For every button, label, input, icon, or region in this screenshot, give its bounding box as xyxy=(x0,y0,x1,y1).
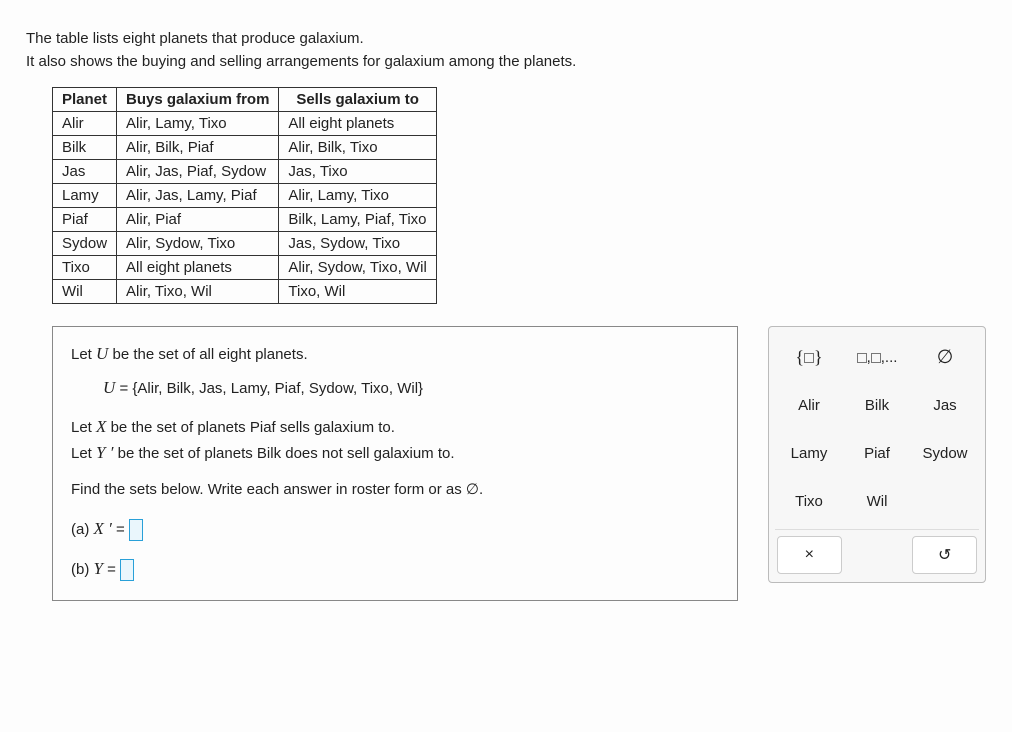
palette-spacer xyxy=(846,536,909,574)
table-row: BilkAlir, Bilk, PiafAlir, Bilk, Tixo xyxy=(53,136,437,160)
palette-roster-button[interactable]: ,,... xyxy=(845,335,909,379)
var-x: X xyxy=(96,417,106,436)
cell-sells: Alir, Lamy, Tixo xyxy=(279,184,436,208)
answer-b-line: (b) Y = xyxy=(71,556,719,582)
cell-planet: Piaf xyxy=(53,208,117,232)
palette-planet-empty xyxy=(913,479,977,523)
table-header-row: Planet Buys galaxium from Sells galaxium… xyxy=(53,88,437,112)
table-body: AlirAlir, Lamy, TixoAll eight planetsBil… xyxy=(53,112,437,304)
palette-reset-button[interactable]: ↺ xyxy=(912,536,977,574)
cell-planet: Tixo xyxy=(53,256,117,280)
palette-planet-jas[interactable]: Jas xyxy=(913,383,977,427)
palette-braces-button[interactable]: {} xyxy=(777,335,841,379)
let-x-line: Let X be the set of planets Piaf sells g… xyxy=(71,414,719,440)
cell-sells: Bilk, Lamy, Piaf, Tixo xyxy=(279,208,436,232)
cell-sells: Alir, Sydow, Tixo, Wil xyxy=(279,256,436,280)
cell-sells: Jas, Sydow, Tixo xyxy=(279,232,436,256)
cell-sells: All eight planets xyxy=(279,112,436,136)
cell-planet: Wil xyxy=(53,280,117,304)
col-buys: Buys galaxium from xyxy=(117,88,279,112)
let-u-line: Let U be the set of all eight planets. xyxy=(71,341,719,367)
cell-buys: Alir, Jas, Lamy, Piaf xyxy=(117,184,279,208)
question-box: Let U be the set of all eight planets. U… xyxy=(52,326,738,601)
palette-planet-piaf[interactable]: Piaf xyxy=(845,431,909,475)
u-definition: U = {Alir, Bilk, Jas, Lamy, Piaf, Sydow,… xyxy=(103,375,719,401)
cell-planet: Sydow xyxy=(53,232,117,256)
emptyset-icon: ∅ xyxy=(937,346,954,369)
answer-a-input[interactable] xyxy=(129,519,143,541)
cell-buys: Alir, Bilk, Piaf xyxy=(117,136,279,160)
palette-planet-alir[interactable]: Alir xyxy=(777,383,841,427)
cell-sells: Jas, Tixo xyxy=(279,160,436,184)
table-row: TixoAll eight planetsAlir, Sydow, Tixo, … xyxy=(53,256,437,280)
table-row: LamyAlir, Jas, Lamy, PiafAlir, Lamy, Tix… xyxy=(53,184,437,208)
palette-clear-button[interactable]: × xyxy=(777,536,842,574)
cell-sells: Alir, Bilk, Tixo xyxy=(279,136,436,160)
intro-text: The table lists eight planets that produ… xyxy=(26,28,986,73)
answer-b-input[interactable] xyxy=(120,559,134,581)
table-row: WilAlir, Tixo, WilTixo, Wil xyxy=(53,280,437,304)
cell-buys: Alir, Jas, Piaf, Sydow xyxy=(117,160,279,184)
palette-planet-sydow[interactable]: Sydow xyxy=(913,431,977,475)
cell-buys: Alir, Tixo, Wil xyxy=(117,280,279,304)
cell-planet: Lamy xyxy=(53,184,117,208)
cell-buys: Alir, Lamy, Tixo xyxy=(117,112,279,136)
var-u: U xyxy=(96,344,108,363)
palette-planet-bilk[interactable]: Bilk xyxy=(845,383,909,427)
reset-icon: ↺ xyxy=(938,545,951,565)
palette-emptyset-button[interactable]: ∅ xyxy=(913,335,977,379)
table-row: PiafAlir, PiafBilk, Lamy, Piaf, Tixo xyxy=(53,208,437,232)
table-row: JasAlir, Jas, Piaf, SydowJas, Tixo xyxy=(53,160,437,184)
input-palette: {} ,,... ∅ Alir Bilk Jas Lamy Piaf Sydow… xyxy=(768,326,986,583)
cell-buys: All eight planets xyxy=(117,256,279,280)
answer-a-line: (a) X ′ = xyxy=(71,516,719,542)
cell-sells: Tixo, Wil xyxy=(279,280,436,304)
close-icon: × xyxy=(805,546,814,564)
find-instruction: Find the sets below. Write each answer i… xyxy=(71,478,719,501)
col-sells: Sells galaxium to xyxy=(279,88,436,112)
roster-icon: ,,... xyxy=(857,349,898,366)
palette-planet-wil[interactable]: Wil xyxy=(845,479,909,523)
table-row: AlirAlir, Lamy, TixoAll eight planets xyxy=(53,112,437,136)
cell-planet: Jas xyxy=(53,160,117,184)
planets-table: Planet Buys galaxium from Sells galaxium… xyxy=(52,87,437,304)
cell-planet: Alir xyxy=(53,112,117,136)
col-planet: Planet xyxy=(53,88,117,112)
palette-planet-lamy[interactable]: Lamy xyxy=(777,431,841,475)
cell-buys: Alir, Piaf xyxy=(117,208,279,232)
table-row: SydowAlir, Sydow, TixoJas, Sydow, Tixo xyxy=(53,232,437,256)
palette-planet-tixo[interactable]: Tixo xyxy=(777,479,841,523)
cell-planet: Bilk xyxy=(53,136,117,160)
let-y-line: Let Y ′ be the set of planets Bilk does … xyxy=(71,440,719,466)
var-y-prime: Y ′ xyxy=(96,443,113,462)
intro-line1: The table lists eight planets that produ… xyxy=(26,30,364,47)
cell-buys: Alir, Sydow, Tixo xyxy=(117,232,279,256)
intro-line2: It also shows the buying and selling arr… xyxy=(26,53,576,70)
